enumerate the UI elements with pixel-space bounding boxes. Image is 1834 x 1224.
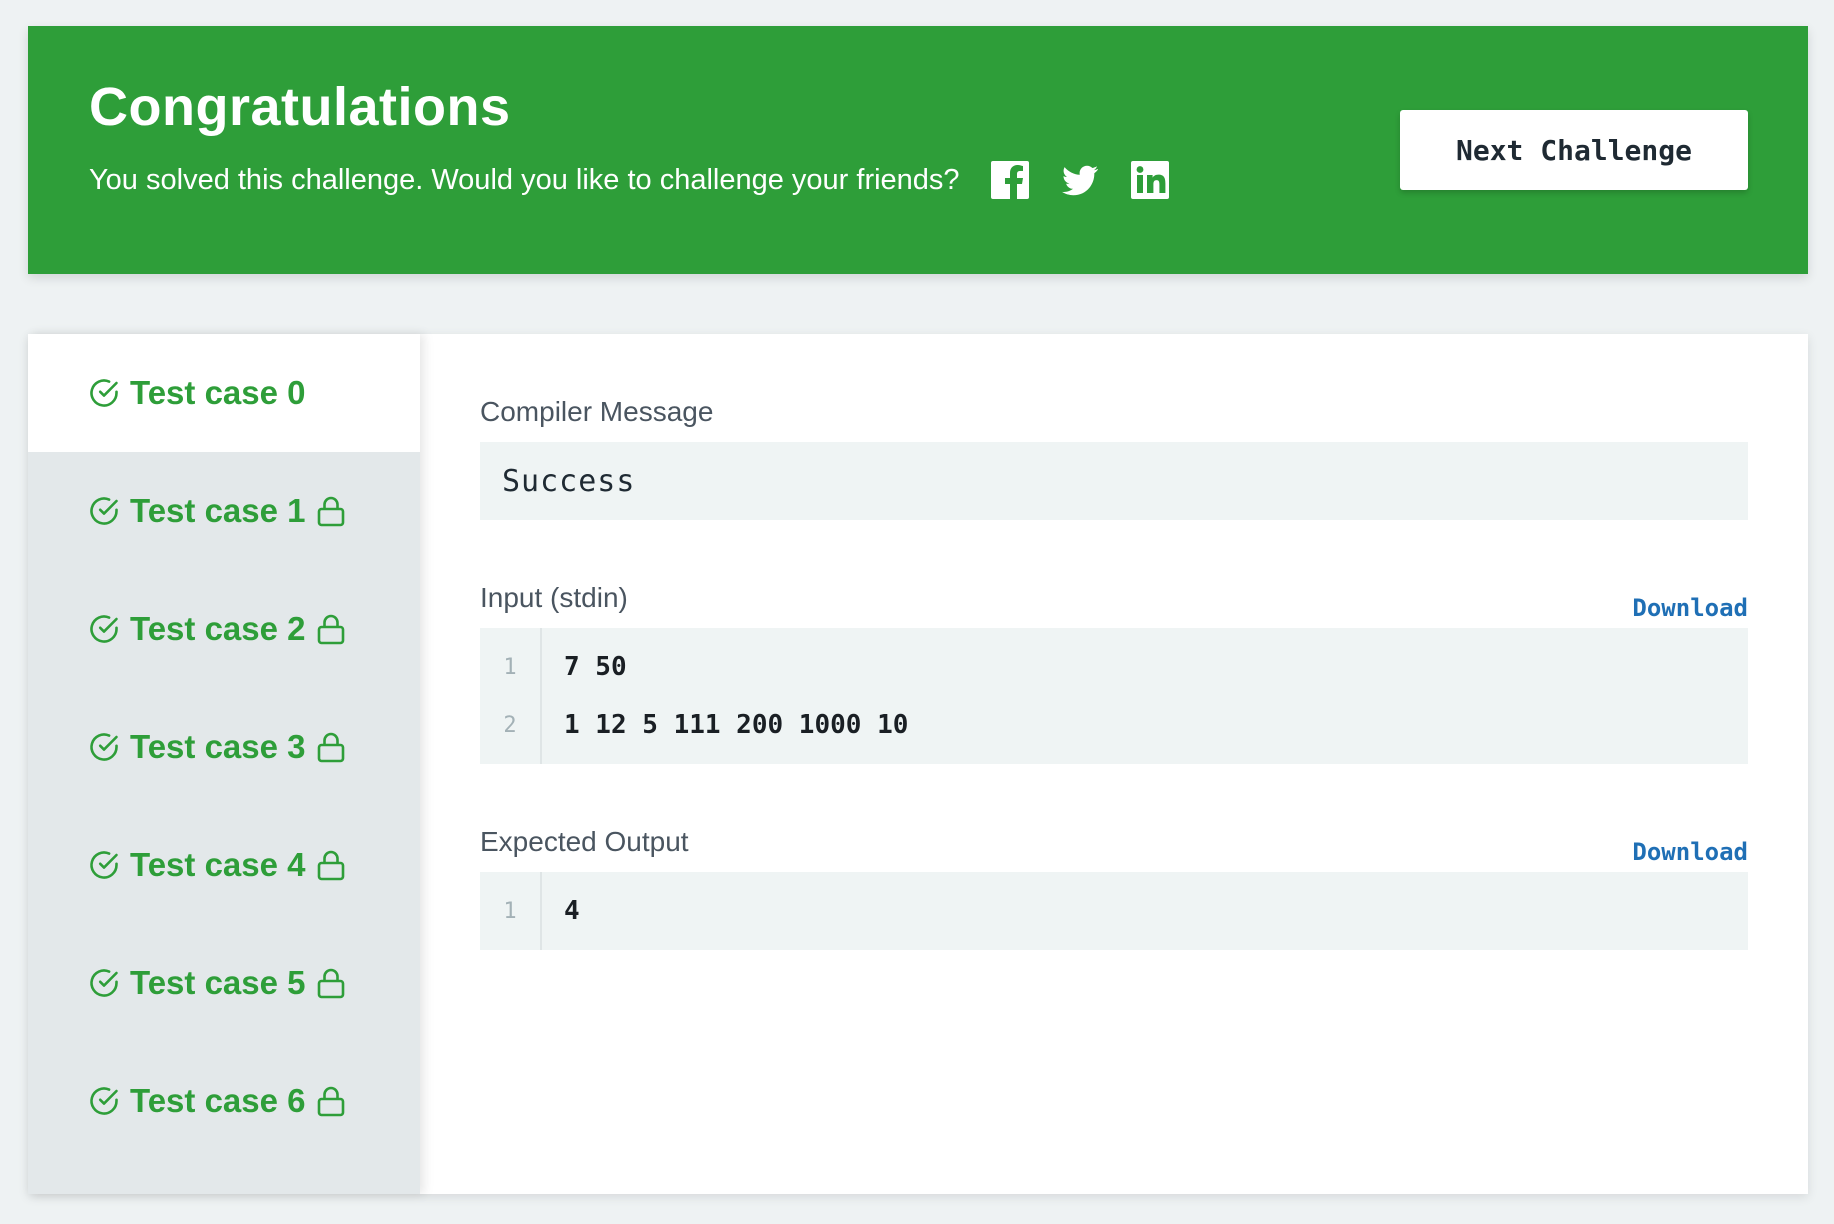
check-circle-icon <box>90 497 118 525</box>
line-text: 4 <box>564 896 580 926</box>
tab-label: Test case 2 <box>130 610 306 647</box>
line-number: 2 <box>503 712 517 738</box>
tab-test-case-3[interactable]: Test case 3 <box>28 688 420 806</box>
code-line: 1 7 50 <box>480 638 1748 696</box>
expected-output-label: Expected Output <box>480 826 689 857</box>
tab-test-case-1[interactable]: Test case 1 <box>28 452 420 570</box>
tab-label: Test case 3 <box>130 728 306 765</box>
banner-subtitle-row: You solved this challenge. Would you lik… <box>89 160 1200 200</box>
lock-icon <box>317 732 344 763</box>
input-download-link[interactable]: Download <box>1632 594 1748 622</box>
test-results-panel: Test case 0 Test case 1 Test case 2 Test… <box>28 334 1808 1194</box>
linkedin-icon[interactable] <box>1130 160 1170 200</box>
check-circle-icon <box>90 615 118 643</box>
lock-icon <box>317 850 344 881</box>
lock-icon <box>317 496 344 527</box>
tab-label: Test case 4 <box>130 846 306 883</box>
facebook-icon[interactable] <box>990 160 1030 200</box>
tab-label: Test case 1 <box>130 492 306 529</box>
code-line: 2 1 12 5 111 200 1000 10 <box>480 696 1748 754</box>
next-challenge-button[interactable]: Next Challenge <box>1400 110 1748 190</box>
check-circle-icon <box>90 851 118 879</box>
line-text: 7 50 <box>564 652 627 682</box>
code-line: 1 4 <box>480 882 1748 940</box>
congratulations-banner: Congratulations You solved this challeng… <box>28 26 1808 274</box>
social-share-icons <box>990 160 1200 200</box>
input-code-box: 1 7 50 2 1 12 5 111 200 1000 10 <box>480 628 1748 764</box>
compiler-message-text: Success <box>502 463 636 499</box>
compiler-message-box: Success <box>480 442 1748 520</box>
tab-test-case-2[interactable]: Test case 2 <box>28 570 420 688</box>
lock-icon <box>317 968 344 999</box>
tab-test-case-0[interactable]: Test case 0 <box>28 334 420 452</box>
compiler-message-label: Compiler Message <box>480 396 714 427</box>
twitter-icon[interactable] <box>1060 160 1100 200</box>
check-circle-icon <box>90 1087 118 1115</box>
expected-output-code-box: 1 4 <box>480 872 1748 950</box>
tab-test-case-4[interactable]: Test case 4 <box>28 806 420 924</box>
tab-label: Test case 5 <box>130 964 306 1001</box>
lock-icon <box>317 614 344 645</box>
tab-test-case-6[interactable]: Test case 6 <box>28 1042 420 1160</box>
tab-test-case-5[interactable]: Test case 5 <box>28 924 420 1042</box>
line-text: 1 12 5 111 200 1000 10 <box>564 710 909 740</box>
expected-output-download-link[interactable]: Download <box>1632 838 1748 866</box>
input-label: Input (stdin) <box>480 582 628 613</box>
banner-title: Congratulations <box>89 77 511 137</box>
line-number: 1 <box>503 654 517 680</box>
check-circle-icon <box>90 379 118 407</box>
check-circle-icon <box>90 733 118 761</box>
lock-icon <box>317 1086 344 1117</box>
line-number: 1 <box>503 898 517 924</box>
check-circle-icon <box>90 969 118 997</box>
banner-subtitle: You solved this challenge. Would you lik… <box>89 163 960 196</box>
tab-label: Test case 6 <box>130 1082 306 1119</box>
tab-label: Test case 0 <box>130 374 306 411</box>
